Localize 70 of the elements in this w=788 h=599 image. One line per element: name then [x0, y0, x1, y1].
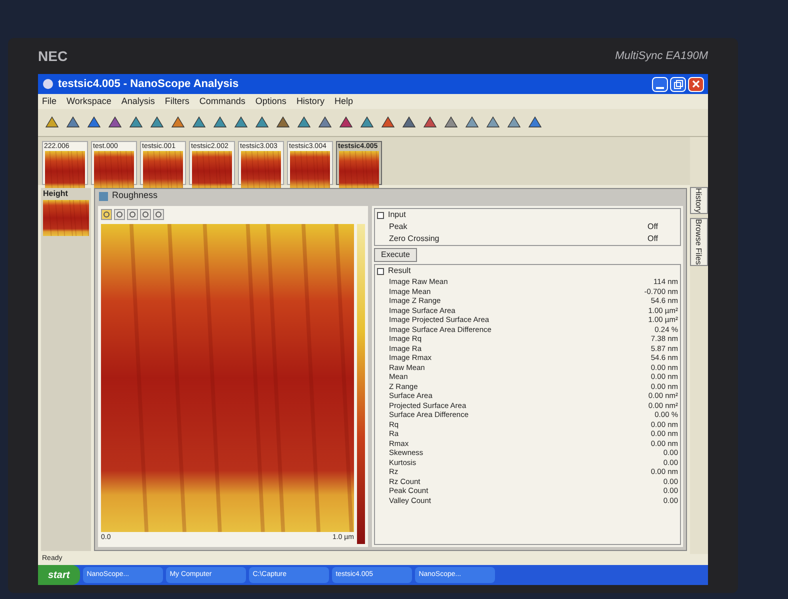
input-value[interactable]: Off — [647, 221, 658, 233]
window-title: testsic4.005 - NanoScope Analysis — [58, 76, 239, 92]
start-button[interactable]: start — [38, 565, 80, 585]
close-icon — [692, 80, 700, 88]
tool-icon — [296, 114, 312, 130]
menu-item[interactable]: Help — [334, 94, 353, 108]
thumbnail-image — [94, 151, 134, 191]
tool-icon — [275, 114, 291, 130]
group-title: Result — [388, 265, 411, 277]
image-tool-button[interactable] — [101, 209, 112, 220]
input-label: Zero Crossing — [389, 233, 440, 245]
tool-icon — [317, 114, 333, 130]
model-label: MultiSync EA190M — [615, 48, 708, 64]
tool-icon — [464, 114, 480, 130]
menu-item[interactable]: Workspace — [66, 94, 112, 108]
tool-icon — [527, 114, 543, 130]
tool-icon — [65, 114, 81, 130]
minimize-icon — [656, 86, 664, 88]
tool-icon — [359, 114, 375, 130]
group-title: Input — [388, 209, 406, 221]
thumbnail-image — [143, 151, 183, 191]
tool-icon — [128, 114, 144, 130]
thumbnail-image — [45, 151, 85, 191]
input-label: Peak — [389, 221, 408, 233]
side-tab[interactable]: Browse Files — [690, 218, 708, 266]
tool-icon — [191, 114, 207, 130]
panel-title: Height — [42, 188, 69, 200]
tool-icon — [506, 114, 522, 130]
tool-icon — [443, 114, 459, 130]
image-tool-button[interactable] — [114, 209, 125, 220]
thumbnail-image — [339, 151, 379, 191]
close-button[interactable] — [688, 76, 704, 92]
tool-icon — [44, 114, 60, 130]
tool-icon — [212, 114, 228, 130]
menu-item[interactable]: Analysis — [121, 94, 155, 108]
tool-icon — [254, 114, 270, 130]
collapse-toggle[interactable] — [377, 212, 384, 218]
tool-icon — [380, 114, 396, 130]
menu-item[interactable]: Filters — [164, 94, 190, 108]
side-tab[interactable]: History — [690, 187, 708, 214]
execute-button[interactable]: Execute — [374, 248, 417, 262]
image-tool-button[interactable] — [140, 209, 151, 220]
collapse-toggle[interactable] — [377, 268, 384, 274]
tool-icon — [338, 114, 354, 130]
height-thumbnail — [43, 200, 89, 236]
tool-icon — [422, 114, 438, 130]
tool-icon — [86, 114, 102, 130]
tool-icon — [485, 114, 501, 130]
tool-icon — [401, 114, 417, 130]
tool-icon — [107, 114, 123, 130]
tool-icon — [149, 114, 165, 130]
menu-item[interactable]: History — [296, 94, 324, 108]
image-tool-button[interactable] — [153, 209, 164, 220]
input-value[interactable]: Off — [647, 233, 658, 245]
minimize-button[interactable] — [652, 76, 668, 92]
thumbnail-image — [241, 151, 281, 191]
tool-icon — [170, 114, 186, 130]
thumbnail-image — [192, 151, 232, 191]
window-icon — [99, 192, 108, 200]
restore-icon — [674, 80, 682, 88]
brand-logo: NEC — [38, 46, 68, 66]
menu-item[interactable]: Options — [255, 94, 286, 108]
menu-item[interactable]: File — [42, 94, 57, 108]
app-icon — [42, 78, 54, 90]
menu-item[interactable]: Commands — [199, 94, 246, 108]
maximize-button[interactable] — [670, 76, 686, 92]
tool-icon — [233, 114, 249, 130]
image-tool-button[interactable] — [127, 209, 138, 220]
window-title: Roughness — [112, 189, 158, 202]
thumbnail-image — [290, 151, 330, 191]
